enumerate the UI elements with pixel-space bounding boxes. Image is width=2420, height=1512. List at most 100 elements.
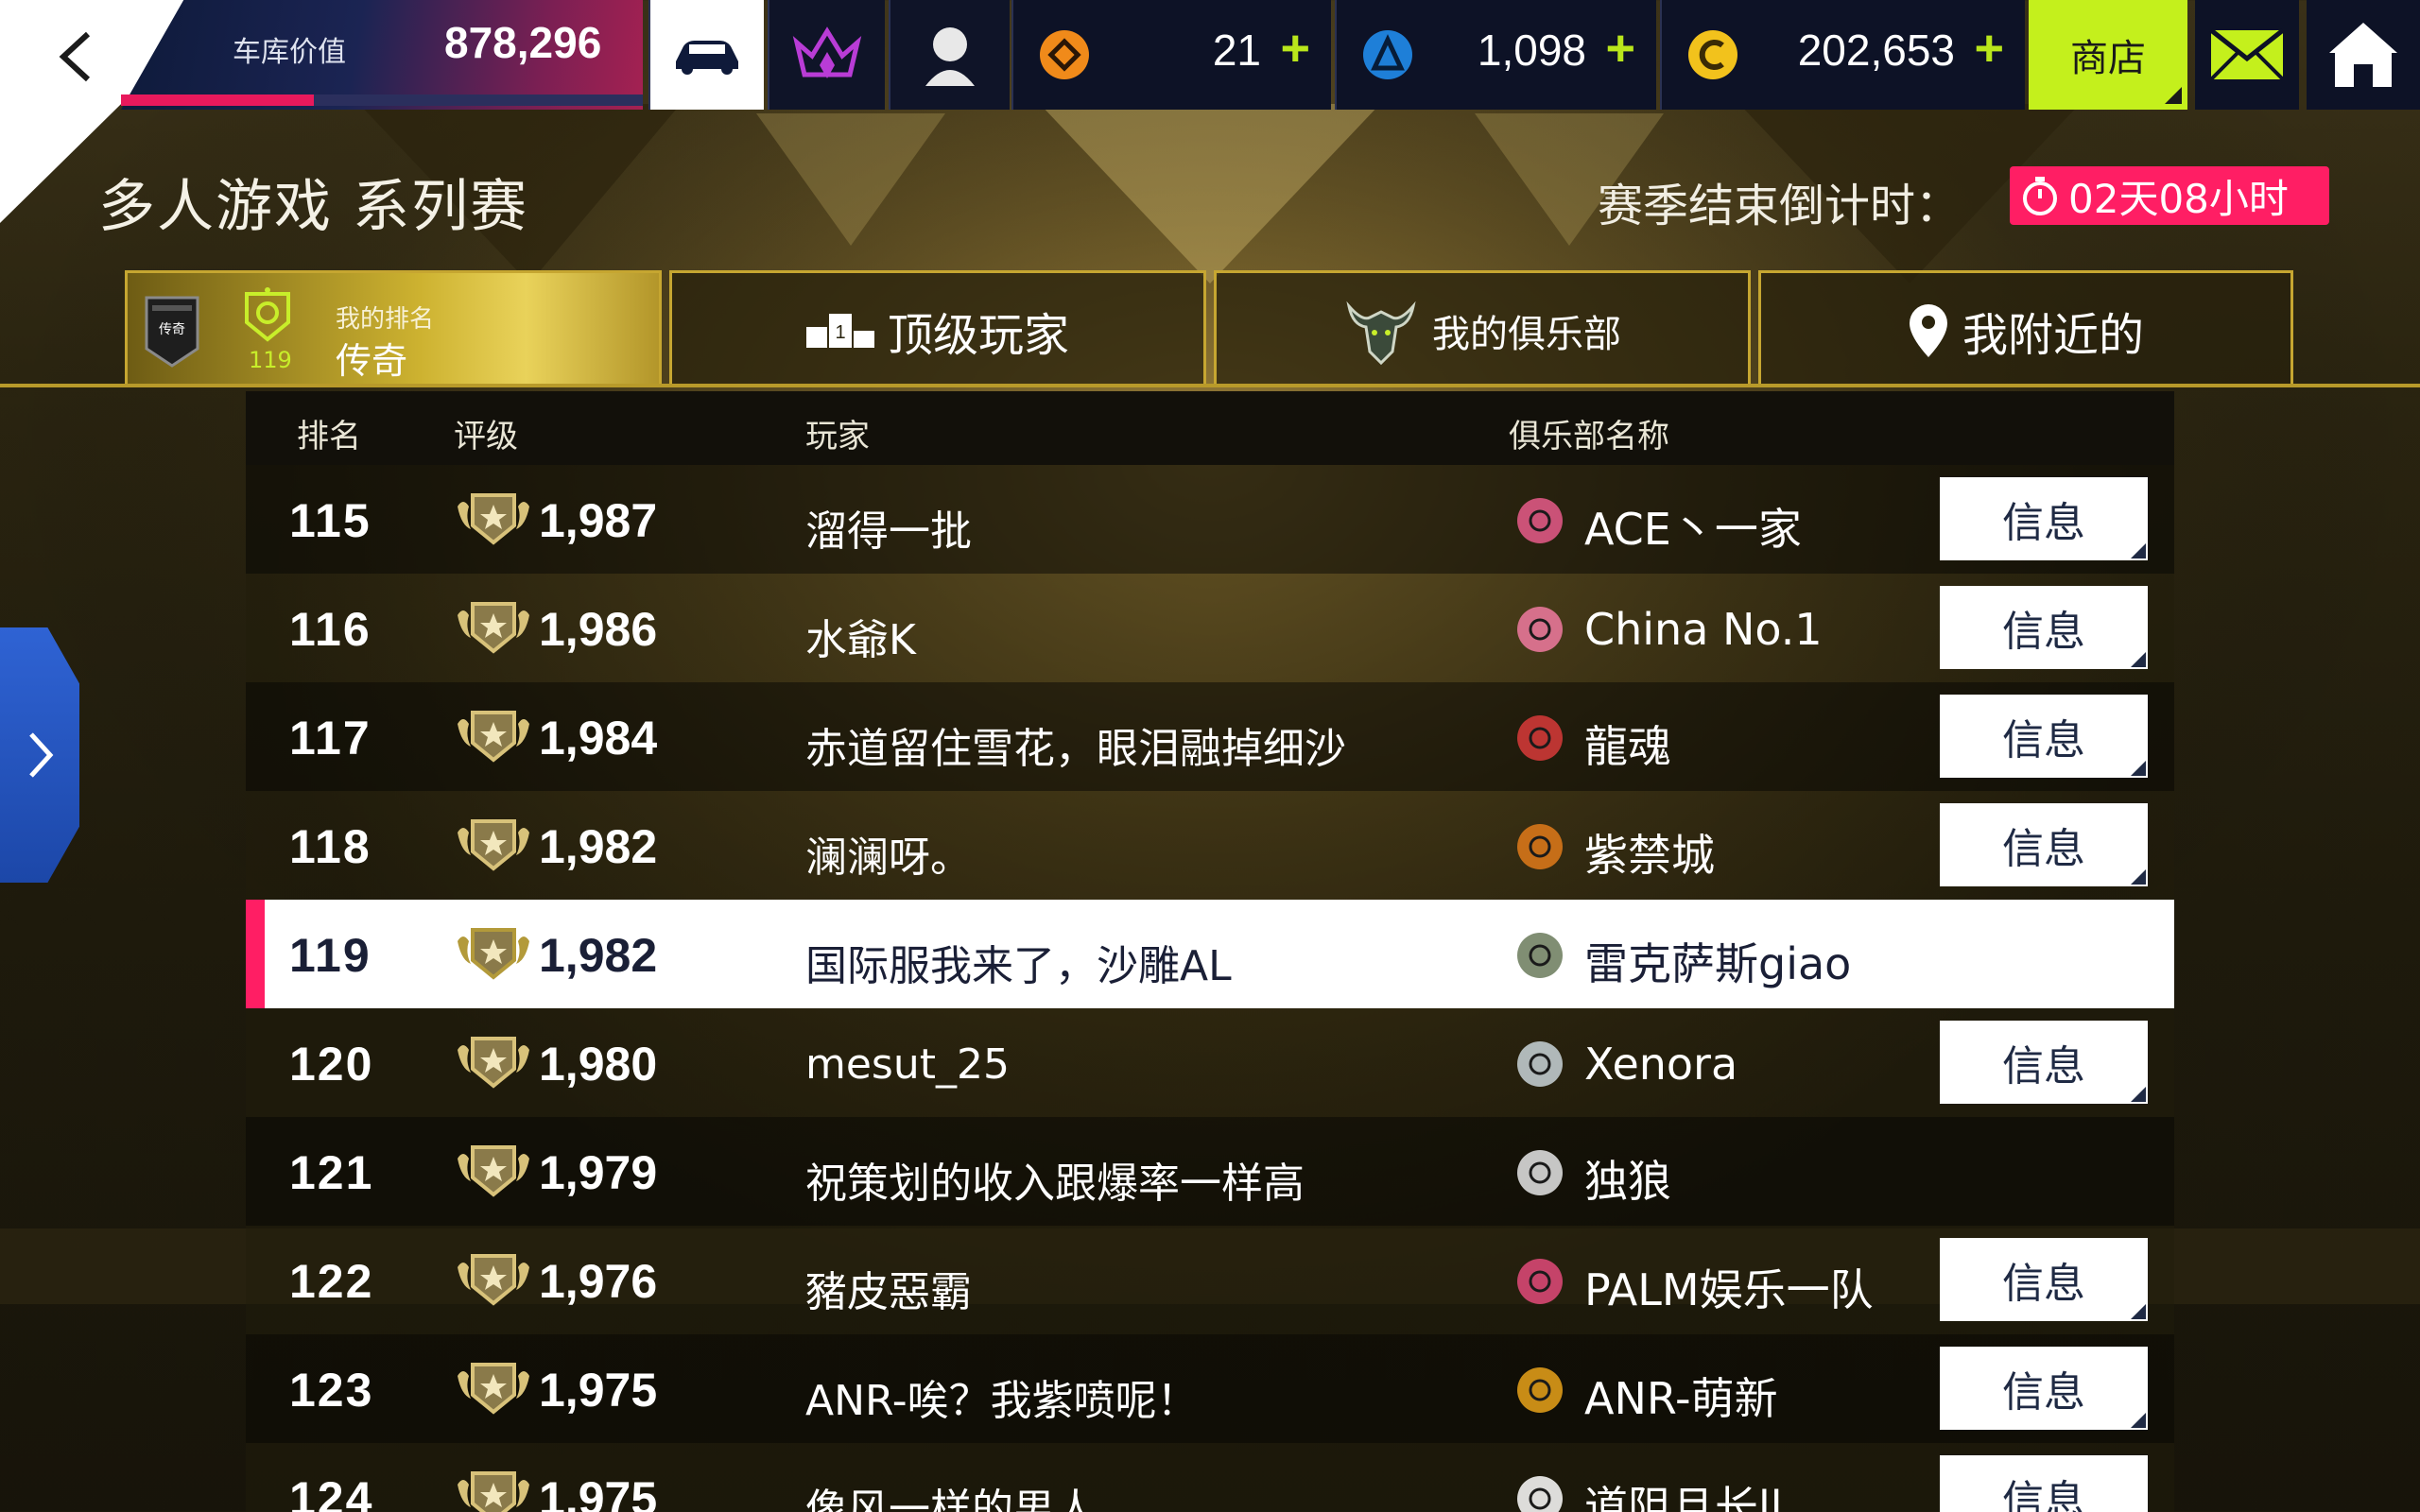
row-player-name: ANR-唉？我紫喷呢！: [805, 1377, 1199, 1425]
location-pin-icon: [1909, 303, 1947, 357]
crystal-icon: [1517, 1041, 1563, 1087]
blue-a-icon: [1363, 30, 1412, 79]
podium-icon: 1: [805, 313, 874, 348]
chevron-right-icon: [29, 732, 54, 778]
row-club-name: ACE丶一家: [1584, 504, 1802, 555]
rating-shield-icon: [458, 1145, 529, 1197]
row-club-name: China No.1: [1584, 604, 1823, 655]
table-row[interactable]: 122 1,976 豬皮惡霸 PALM娱乐一队 信息: [246, 1226, 2174, 1334]
table-row-current-player[interactable]: 119 1,982 国际服我来了，沙雕AL 雷克萨斯giao: [246, 900, 2174, 1008]
back-button[interactable]: [38, 19, 113, 94]
rating-shield-icon: [458, 493, 529, 545]
tokens-value: 21: [1212, 26, 1261, 75]
tab-my-rank[interactable]: 传奇 119 我的排名 传奇: [125, 270, 662, 387]
table-row[interactable]: 123 1,975 ANR-唉？我紫喷呢！ ANR-萌新 信息: [246, 1334, 2174, 1443]
car-icon: [676, 41, 738, 75]
home-button[interactable]: [2307, 0, 2420, 110]
table-row[interactable]: 116 1,986 水爺K China No.1 信息: [246, 574, 2174, 682]
row-rank: 120: [289, 1038, 374, 1091]
tab-top-players[interactable]: 1 顶级玩家: [669, 270, 1206, 387]
table-row[interactable]: 120 1,980 mesut_25 Xenora 信息: [246, 1008, 2174, 1117]
row-club-name: PALM娱乐一队: [1584, 1264, 1874, 1315]
row-player-name: 国际服我来了，沙雕AL: [805, 942, 1232, 990]
side-panel-toggle[interactable]: [0, 627, 79, 883]
profile-button[interactable]: [889, 0, 1010, 110]
table-row[interactable]: 117 1,984 赤道留住雪花，眼泪融掉细沙 龍魂 信息: [246, 682, 2174, 791]
row-club-name: 紫禁城: [1584, 830, 1715, 881]
bull-icon: [1517, 933, 1563, 978]
credit-coin-icon: [1688, 30, 1737, 79]
credits-value: 202,653: [1797, 26, 1955, 75]
row-rank: 124: [289, 1472, 374, 1512]
resource-credits[interactable]: 202,653 +: [1660, 0, 2025, 110]
column-header-rating: 评级: [454, 418, 518, 455]
info-button[interactable]: 信息: [1940, 477, 2148, 560]
wolf-icon: [1517, 1150, 1563, 1195]
row-club-name: 独狼: [1584, 1156, 1671, 1207]
table-header: 排名 评级 玩家 俱乐部名称: [246, 391, 2174, 465]
info-button[interactable]: 信息: [1940, 803, 2148, 886]
info-button[interactable]: 信息: [1940, 1021, 2148, 1104]
garage-value: 878,296: [444, 18, 602, 67]
mail-icon: [2209, 28, 2285, 81]
resource-tokens[interactable]: 21 +: [1011, 0, 1331, 110]
chevron-left-icon: [59, 31, 91, 82]
credits-add-button[interactable]: +: [1974, 19, 2004, 77]
rating-shield-icon: [458, 711, 529, 763]
row-player-name: 祝策划的收入跟爆率一样高: [805, 1160, 1305, 1208]
column-header-player: 玩家: [805, 418, 870, 455]
bull-icon: [1346, 301, 1416, 365]
pink-flame-icon: [1517, 1259, 1563, 1304]
rating-shield-icon: [458, 819, 529, 871]
tab-nearby[interactable]: 我附近的: [1758, 270, 2293, 387]
league-button[interactable]: [768, 0, 885, 110]
row-rating: 1,979: [539, 1146, 658, 1199]
garage-car-button[interactable]: [648, 0, 764, 110]
pink-dragon-icon: [1517, 607, 1563, 652]
table-row[interactable]: 118 1,982 澜澜呀。 紫禁城 信息: [246, 791, 2174, 900]
row-rating: 1,986: [539, 603, 658, 656]
top-bar: 车库价值 878,296 21 + 1,098 + 202,653 + 商店: [0, 0, 2420, 223]
star-icon: [1517, 1476, 1563, 1512]
info-button[interactable]: 信息: [1940, 1238, 2148, 1321]
my-rank-caption: 我的排名: [336, 305, 435, 334]
rating-shield-icon: [458, 602, 529, 654]
table-row[interactable]: 115 1,987 溜得一批 ACE丶一家 信息: [246, 465, 2174, 574]
tab-top-players-label: 顶级玩家: [887, 308, 1069, 362]
leaderboard-table: 排名 评级 玩家 俱乐部名称 115 1,987 溜得一批 ACE丶一家 信息 116 1,…: [246, 391, 2174, 1512]
row-rating: 1,982: [539, 929, 658, 982]
shop-button[interactable]: 商店: [2029, 0, 2187, 110]
info-button[interactable]: 信息: [1940, 1455, 2148, 1512]
my-rank-number: 119: [249, 347, 292, 373]
row-rating: 1,980: [539, 1038, 658, 1091]
resource-blueprints[interactable]: 1,098 +: [1335, 0, 1656, 110]
row-player-name: 像风一样的男人: [805, 1486, 1097, 1512]
mail-button[interactable]: [2195, 0, 2299, 110]
row-rating: 1,982: [539, 820, 658, 873]
row-rank: 121: [289, 1146, 374, 1199]
garage-progress-bar: [121, 94, 643, 106]
info-button[interactable]: 信息: [1940, 586, 2148, 669]
row-rating: 1,975: [539, 1364, 658, 1417]
info-button[interactable]: 信息: [1940, 1347, 2148, 1430]
tab-nearby-label: 我附近的: [1962, 308, 2144, 362]
rating-shield-icon: [458, 1363, 529, 1415]
row-rank: 118: [289, 820, 372, 873]
table-row[interactable]: 124 1,975 像风一样的男人 道阻且长ll 信息: [246, 1443, 2174, 1512]
season-countdown-badge: 02天08小时: [2010, 166, 2329, 225]
column-header-club: 俱乐部名称: [1509, 418, 1669, 455]
home-icon: [2329, 23, 2397, 87]
blueprints-add-button[interactable]: +: [1605, 19, 1635, 77]
tab-my-club[interactable]: 我的俱乐部: [1214, 270, 1751, 387]
tokens-add-button[interactable]: +: [1280, 19, 1310, 77]
gold-dragon-icon: [1517, 1367, 1563, 1413]
info-button[interactable]: 信息: [1940, 695, 2148, 778]
row-rank: 116: [289, 603, 372, 656]
svg-text:1: 1: [835, 322, 845, 343]
avatar-icon: [925, 27, 975, 86]
row-club-name: ANR-萌新: [1584, 1373, 1778, 1424]
row-rating: 1,975: [539, 1472, 658, 1512]
table-row[interactable]: 121 1,979 祝策划的收入跟爆率一样高 独狼: [246, 1117, 2174, 1226]
row-rank: 115: [289, 494, 372, 547]
crown-icon: [792, 26, 862, 78]
